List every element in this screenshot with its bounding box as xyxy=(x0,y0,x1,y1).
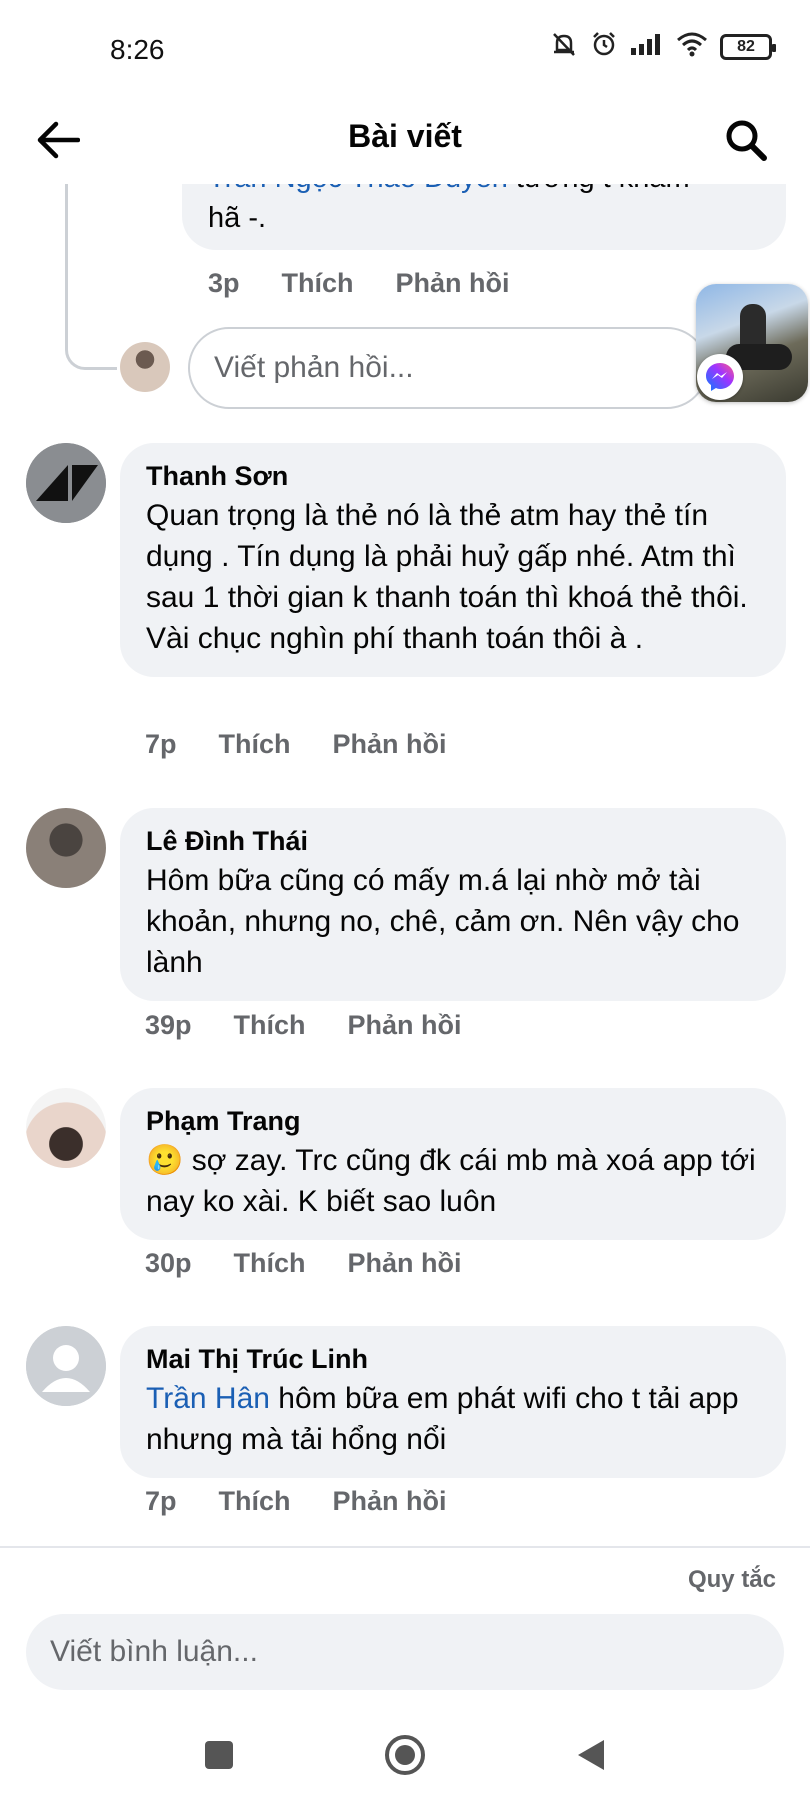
comment-bubble[interactable]: Phạm Trang 🥲 sợ zay. Trc cũng đk cái mb … xyxy=(120,1088,786,1240)
comment-bubble[interactable]: Lê Đình Thái Hôm bữa cũng có mấy m.á lại… xyxy=(120,808,786,1001)
mute-bell-icon xyxy=(550,30,578,63)
comment-text: Hôm bữa cũng có mấy m.á lại nhờ mở tài k… xyxy=(146,864,740,979)
signal-icon xyxy=(630,32,664,61)
page-title: Bài viết xyxy=(348,118,462,154)
comment-text: Trần Hân hôm bữa em phát wifi cho t tải … xyxy=(146,1382,739,1456)
comment-time: 39p xyxy=(145,1010,192,1040)
logo-icon xyxy=(26,443,106,523)
mention-link[interactable]: Trần Ngọc Thảo Duyên xyxy=(208,184,508,194)
home-circle-icon xyxy=(385,1735,425,1775)
comment-text: Quan trọng là thẻ nó là thẻ atm hay thẻ … xyxy=(146,499,748,655)
comment-input[interactable]: Viết bình luận... xyxy=(26,1614,784,1690)
recents-square-icon xyxy=(205,1741,233,1769)
reply-button[interactable]: Phản hồi xyxy=(333,729,447,760)
reply-button[interactable]: Phản hồi xyxy=(396,268,510,299)
default-avatar-icon xyxy=(26,1326,106,1406)
comment-bubble[interactable]: Thanh Sơn Quan trọng là thẻ nó là thẻ at… xyxy=(120,443,786,677)
like-button[interactable]: Thích xyxy=(234,1010,306,1041)
comment-actions: 39p Thích Phản hồi xyxy=(145,1010,462,1041)
like-button[interactable]: Thích xyxy=(282,268,354,299)
comment-time: 7p xyxy=(145,729,177,759)
reply-button[interactable]: Phản hồi xyxy=(348,1010,462,1041)
reply-button[interactable]: Phản hồi xyxy=(348,1248,462,1279)
comment-author[interactable]: Thanh Sơn xyxy=(146,457,760,495)
like-button[interactable]: Thích xyxy=(219,729,291,760)
mention-link[interactable]: Trần Hân xyxy=(146,1382,270,1415)
comment-actions: 30p Thích Phản hồi xyxy=(145,1248,462,1279)
reply-bubble[interactable]: Trần Ngọc Thảo Duyên tưởng t khám hã -. xyxy=(182,184,786,250)
reply-actions: 3p Thích Phản hồi xyxy=(208,268,510,299)
reply-input[interactable]: Viết phản hồi... xyxy=(188,327,708,409)
back-triangle-icon xyxy=(578,1740,604,1770)
home-button[interactable] xyxy=(378,1728,432,1782)
comment-text: 🥲 sợ zay. Trc cũng đk cái mb mà xoá app … xyxy=(146,1144,756,1218)
avatar[interactable] xyxy=(26,1088,106,1168)
status-bar: 8:26 82 xyxy=(0,0,810,100)
reply-thread-line xyxy=(65,184,117,370)
divider xyxy=(0,1546,810,1548)
wifi-icon xyxy=(676,31,708,62)
system-nav-bar xyxy=(0,1710,810,1800)
comment-time: 3p xyxy=(208,268,240,298)
search-button[interactable] xyxy=(718,112,774,168)
top-app-bar: Bài viết xyxy=(0,100,810,184)
status-icons: 82 xyxy=(550,30,776,63)
comment-author[interactable]: Phạm Trang xyxy=(146,1102,760,1140)
avatar[interactable] xyxy=(26,808,106,888)
emoji: 🥲 xyxy=(146,1144,184,1177)
comment-time: 30p xyxy=(145,1248,192,1278)
battery-icon: 82 xyxy=(720,33,776,60)
avatar[interactable] xyxy=(26,1326,106,1406)
system-back-button[interactable] xyxy=(564,1728,618,1782)
status-time: 8:26 xyxy=(110,34,165,65)
like-button[interactable]: Thích xyxy=(219,1486,291,1517)
avatar[interactable] xyxy=(26,443,106,523)
comments-feed[interactable]: Trần Ngọc Thảo Duyên tưởng t khám hã -. … xyxy=(0,184,810,1546)
alarm-icon xyxy=(590,30,618,63)
search-icon xyxy=(726,120,767,161)
comment-author[interactable]: Mai Thị Trúc Linh xyxy=(146,1340,760,1378)
like-button[interactable]: Thích xyxy=(234,1248,306,1279)
comment-actions: 7p Thích Phản hồi xyxy=(145,1486,447,1517)
rules-link[interactable]: Quy tắc xyxy=(688,1566,776,1594)
comment-bubble[interactable]: Mai Thị Trúc Linh Trần Hân hôm bữa em ph… xyxy=(120,1326,786,1478)
comment-actions: 7p Thích Phản hồi xyxy=(145,729,447,760)
comment-author[interactable]: Lê Đình Thái xyxy=(146,822,760,860)
recents-button[interactable] xyxy=(192,1728,246,1782)
comment-time: 7p xyxy=(145,1486,177,1516)
avatar[interactable] xyxy=(120,342,170,392)
messenger-icon xyxy=(697,354,743,400)
reply-button[interactable]: Phản hồi xyxy=(333,1486,447,1517)
